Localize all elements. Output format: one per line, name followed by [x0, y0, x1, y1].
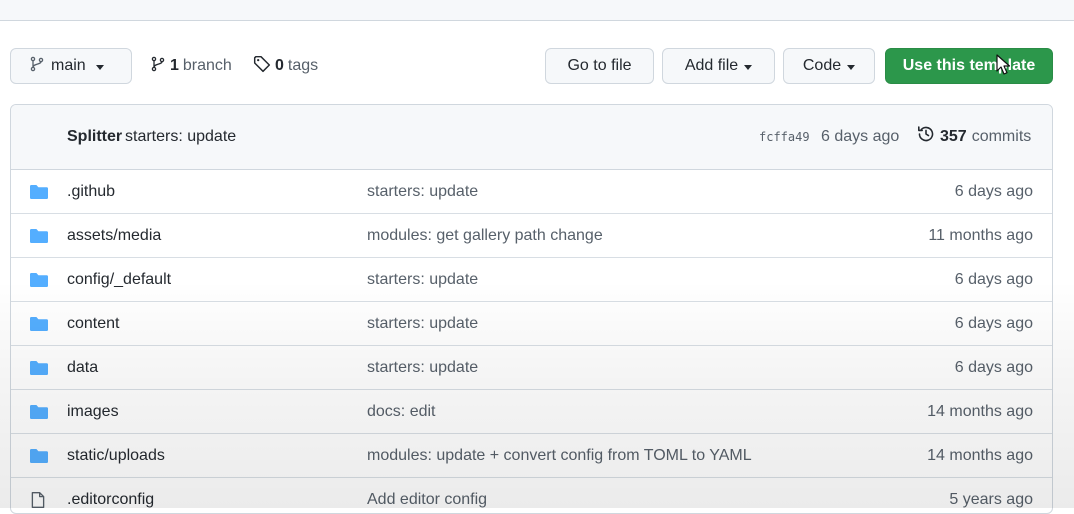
chevron-down-icon	[744, 64, 753, 70]
file-list: .github starters: update 6 days ago assets/…	[11, 170, 1052, 513]
go-to-file-button[interactable]: Go to file	[545, 48, 654, 84]
commit-message-link[interactable]: starters: update	[125, 128, 236, 146]
file-name-link[interactable]: .editorconfig	[67, 491, 154, 509]
branch-word: branch	[182, 57, 232, 74]
add-file-button[interactable]: Add file	[662, 48, 775, 84]
file-commit-message-link[interactable]: starters: update	[367, 183, 478, 201]
repo-toolbar: main 1 branch 0 tags Go to file Add file…	[10, 48, 1054, 86]
commit-count: 357	[940, 127, 967, 145]
file-row[interactable]: .github starters: update 6 days ago	[11, 170, 1052, 213]
file-commit-message-link[interactable]: starters: update	[367, 359, 478, 377]
file-name-link[interactable]: .github	[67, 183, 115, 201]
file-row[interactable]: .editorconfig Add editor config 5 years ag…	[11, 477, 1052, 513]
tag-count: 0	[275, 57, 284, 74]
git-branch-icon	[29, 56, 45, 77]
file-commit-message-link[interactable]: starters: update	[367, 315, 478, 333]
repo-nav-strip	[0, 0, 1074, 21]
commit-history-link[interactable]: 357 commits	[917, 125, 1031, 148]
file-browser: Splitter starters: update fcffa49 6 days…	[10, 104, 1053, 514]
git-branch-icon	[150, 56, 166, 77]
file-commit-message-link[interactable]: modules: get gallery path change	[367, 227, 603, 245]
history-icon	[917, 125, 935, 148]
file-commit-message-link[interactable]: Add editor config	[367, 491, 487, 509]
tags-link[interactable]: 0 tags	[253, 48, 318, 84]
branches-link[interactable]: 1 branch	[150, 48, 232, 84]
file-commit-age: 5 years ago	[949, 491, 1033, 508]
add-file-label: Add file	[684, 57, 739, 74]
commit-count-word: commits	[971, 127, 1032, 145]
folder-icon	[29, 315, 49, 338]
file-commit-message-link[interactable]: docs: edit	[367, 403, 435, 421]
code-label: Code	[802, 57, 842, 74]
file-name-link[interactable]: static/uploads	[67, 447, 165, 465]
file-row[interactable]: content starters: update 6 days ago	[11, 301, 1052, 345]
commit-author-link[interactable]: Splitter	[67, 128, 122, 146]
file-row[interactable]: static/uploads modules: update + convert …	[11, 433, 1052, 477]
file-commit-message-link[interactable]: modules: update + convert config from TO…	[367, 447, 752, 465]
file-name-link[interactable]: data	[67, 359, 98, 377]
file-icon	[29, 491, 47, 513]
file-commit-age: 6 days ago	[954, 359, 1033, 376]
file-commit-age: 11 months ago	[928, 227, 1033, 244]
tag-word: tags	[287, 57, 319, 74]
mouse-cursor-icon	[996, 54, 1011, 81]
commit-sha-link[interactable]: fcffa49	[759, 130, 810, 144]
file-commit-message-link[interactable]: starters: update	[367, 271, 478, 289]
file-name-link[interactable]: assets/media	[67, 227, 161, 245]
folder-icon	[29, 227, 49, 250]
use-template-label: Use this template	[902, 57, 1036, 74]
file-row[interactable]: config/_default starters: update 6 days ag…	[11, 257, 1052, 301]
file-commit-age: 6 days ago	[954, 271, 1033, 288]
chevron-down-icon	[95, 64, 104, 70]
file-name-link[interactable]: images	[67, 403, 119, 421]
go-to-file-label: Go to file	[567, 57, 632, 74]
file-row[interactable]: data starters: update 6 days ago	[11, 345, 1052, 389]
file-commit-age: 6 days ago	[954, 183, 1033, 200]
file-commit-age: 14 months ago	[927, 403, 1033, 420]
file-commit-age: 14 months ago	[927, 447, 1033, 464]
file-commit-age: 6 days ago	[954, 315, 1033, 332]
tag-icon	[253, 55, 271, 78]
folder-icon	[29, 403, 49, 426]
folder-icon	[29, 359, 49, 382]
file-name-link[interactable]: content	[67, 315, 119, 333]
branch-count: 1	[170, 57, 179, 74]
branch-name: main	[51, 57, 86, 74]
code-button[interactable]: Code	[783, 48, 875, 84]
folder-icon	[29, 447, 49, 470]
folder-icon	[29, 271, 49, 294]
branch-select-button[interactable]: main	[10, 48, 132, 84]
file-row[interactable]: assets/media modules: get gallery path ch…	[11, 213, 1052, 257]
use-template-button[interactable]: Use this template	[885, 48, 1053, 84]
folder-icon	[29, 183, 49, 206]
chevron-down-icon	[847, 64, 856, 70]
latest-commit-bar: Splitter starters: update fcffa49 6 days…	[11, 105, 1052, 170]
file-row[interactable]: images docs: edit 14 months ago	[11, 389, 1052, 433]
file-name-link[interactable]: config/_default	[67, 271, 171, 289]
commit-time: 6 days ago	[821, 128, 900, 145]
